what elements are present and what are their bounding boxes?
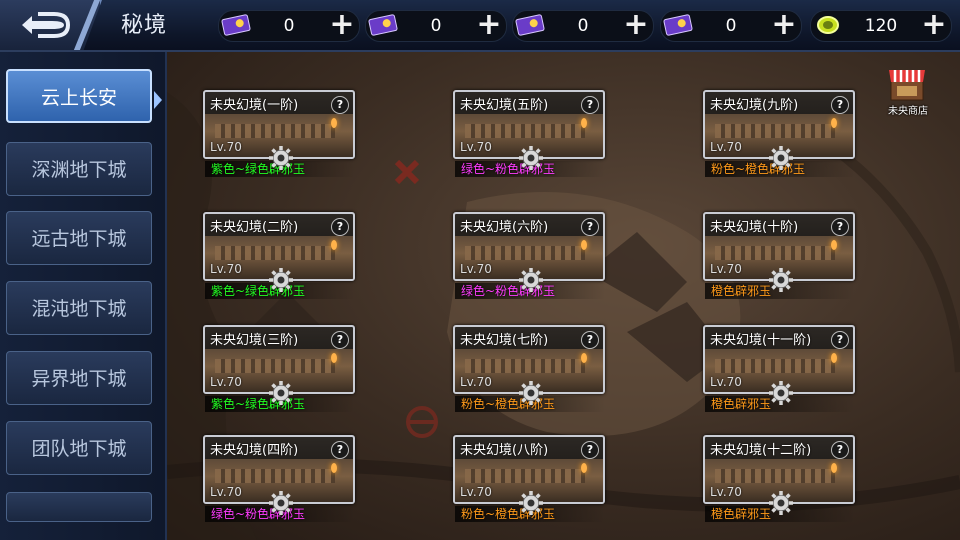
- gear-icon[interactable]: [518, 490, 544, 516]
- dungeon-name: 未央幻境(四阶): [210, 443, 299, 458]
- help-icon[interactable]: ?: [831, 331, 849, 349]
- gear-icon[interactable]: [768, 145, 794, 171]
- dungeon-level: Lv.70: [210, 375, 242, 389]
- help-icon[interactable]: ?: [581, 331, 599, 349]
- top-bar: 秘境 0 + 0 + 0 + 0 + 120 +: [0, 0, 960, 52]
- gear-icon[interactable]: [268, 145, 294, 171]
- dungeon-level: Lv.70: [210, 262, 242, 276]
- dungeon-level: Lv.70: [460, 262, 492, 276]
- help-icon[interactable]: ?: [581, 218, 599, 236]
- add-currency-button[interactable]: +: [623, 10, 649, 40]
- shop-icon: [889, 70, 925, 101]
- dungeon-name: 未央幻境(八阶): [460, 443, 549, 458]
- dungeon-level: Lv.70: [710, 375, 742, 389]
- gear-icon[interactable]: [768, 380, 794, 406]
- gear-icon[interactable]: [268, 267, 294, 293]
- green-coin-icon: [817, 16, 839, 34]
- help-icon[interactable]: ?: [831, 218, 849, 236]
- dungeon-name: 未央幻境(二阶): [210, 220, 299, 235]
- help-icon[interactable]: ?: [331, 441, 349, 459]
- currency-amount: 0: [283, 16, 295, 36]
- sidebar-item-otherworld-dungeon[interactable]: 异界地下城: [6, 351, 152, 405]
- help-icon[interactable]: ?: [581, 96, 599, 114]
- purple-ticket-icon: [221, 14, 251, 36]
- dungeon-name: 未央幻境(十二阶): [710, 443, 812, 458]
- sidebar-item-chaos-dungeon[interactable]: 混沌地下城: [6, 281, 152, 335]
- gear-icon[interactable]: [768, 490, 794, 516]
- add-currency-button[interactable]: +: [329, 10, 355, 40]
- currency-amount: 120: [864, 16, 898, 36]
- dungeon-level: Lv.70: [710, 140, 742, 154]
- sidebar-item-yunshang-changan[interactable]: 云上长安: [6, 69, 152, 123]
- dungeon-level: Lv.70: [460, 140, 492, 154]
- help-icon[interactable]: ?: [331, 218, 349, 236]
- dungeon-name: 未央幻境(六阶): [460, 220, 549, 235]
- purple-ticket-icon: [663, 14, 693, 36]
- page-title: 秘境: [121, 13, 168, 38]
- help-icon[interactable]: ?: [581, 441, 599, 459]
- dungeon-level: Lv.70: [710, 485, 742, 499]
- dungeon-level: Lv.70: [460, 375, 492, 389]
- dungeon-level: Lv.70: [460, 485, 492, 499]
- gear-icon[interactable]: [518, 267, 544, 293]
- currency-slot-5: 120 +: [810, 10, 952, 42]
- active-indicator-arrow-icon: [154, 91, 162, 109]
- add-currency-button[interactable]: +: [771, 10, 797, 40]
- help-icon[interactable]: ?: [331, 96, 349, 114]
- sidebar-item-team-dungeon[interactable]: 团队地下城: [6, 421, 152, 475]
- sidebar-item-abyss-dungeon[interactable]: 深渊地下城: [6, 142, 152, 196]
- shop-label: 未央商店: [888, 106, 928, 117]
- dungeon-name: 未央幻境(十一阶): [710, 333, 812, 348]
- gear-icon[interactable]: [518, 380, 544, 406]
- currency-slot-4: 0 +: [660, 10, 802, 42]
- currency-slot-2: 0 +: [365, 10, 507, 42]
- gear-icon[interactable]: [518, 145, 544, 171]
- sidebar-item-partial[interactable]: [6, 492, 152, 522]
- currency-amount: 0: [725, 16, 737, 36]
- gear-icon[interactable]: [268, 380, 294, 406]
- sidebar-item-ancient-dungeon[interactable]: 远古地下城: [6, 211, 152, 265]
- dungeon-name: 未央幻境(十阶): [710, 220, 799, 235]
- help-icon[interactable]: ?: [831, 96, 849, 114]
- sidebar: 云上长安 深渊地下城 远古地下城 混沌地下城 异界地下城 团队地下城: [0, 52, 167, 540]
- dungeon-name: 未央幻境(七阶): [460, 333, 549, 348]
- currency-amount: 0: [430, 16, 442, 36]
- gear-icon[interactable]: [268, 490, 294, 516]
- dungeon-name: 未央幻境(一阶): [210, 98, 299, 113]
- add-currency-button[interactable]: +: [476, 10, 502, 40]
- currency-amount: 0: [577, 16, 589, 36]
- purple-ticket-icon: [368, 14, 398, 36]
- currency-slot-1: 0 +: [218, 10, 360, 42]
- help-icon[interactable]: ?: [831, 441, 849, 459]
- dungeon-level: Lv.70: [210, 485, 242, 499]
- dungeon-name: 未央幻境(三阶): [210, 333, 299, 348]
- dungeon-name: 未央幻境(九阶): [710, 98, 799, 113]
- shop-button[interactable]: 未央商店: [882, 64, 932, 117]
- dungeon-level: Lv.70: [710, 262, 742, 276]
- dungeon-name: 未央幻境(五阶): [460, 98, 549, 113]
- add-currency-button[interactable]: +: [921, 10, 947, 40]
- purple-ticket-icon: [515, 14, 545, 36]
- gear-icon[interactable]: [768, 267, 794, 293]
- dungeon-level: Lv.70: [210, 140, 242, 154]
- help-icon[interactable]: ?: [331, 331, 349, 349]
- back-arrow-icon: [22, 12, 70, 38]
- currency-slot-3: 0 +: [512, 10, 654, 42]
